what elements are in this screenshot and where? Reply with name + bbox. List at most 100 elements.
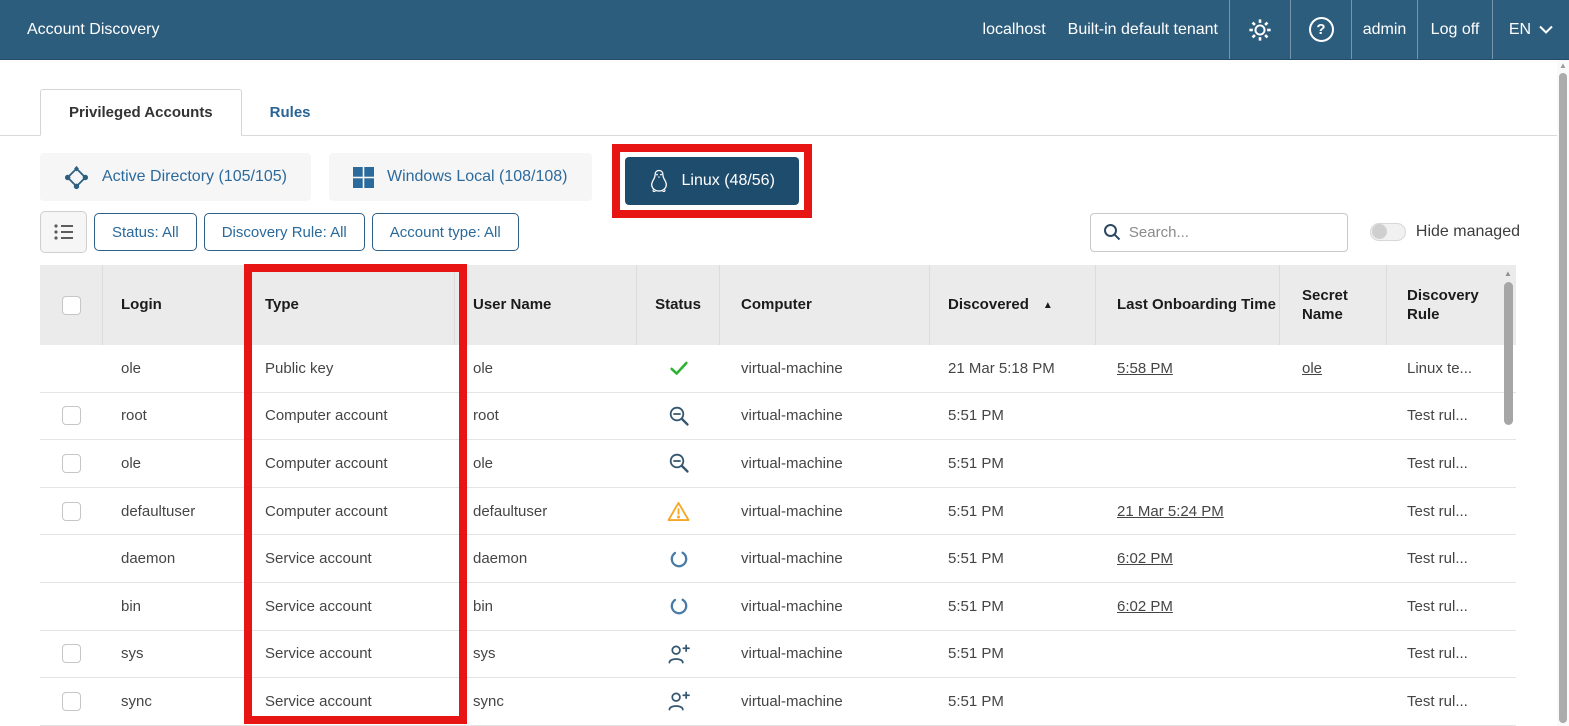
discovery-rule-cell: Test rul... (1387, 678, 1502, 725)
type-cell: Service account (247, 583, 455, 630)
logoff-button[interactable]: Log off (1417, 0, 1492, 59)
column-header-secret-name[interactable]: Secret Name (1280, 265, 1387, 345)
computer-cell: virtual-machine (720, 583, 930, 630)
zoom-out-icon (668, 405, 690, 427)
column-header-type[interactable]: Type (247, 265, 455, 345)
column-header-last-onboarding-time[interactable]: Last Onboarding Time (1096, 265, 1280, 345)
table-header-row: Login Type User Name Status Computer Dis… (40, 265, 1516, 345)
last-onboarding-cell: 6:02 PM (1096, 583, 1280, 630)
discovered-cell: 5:51 PM (930, 393, 1096, 440)
column-header-computer[interactable]: Computer (720, 265, 930, 345)
table-row[interactable]: bin Service account bin virtual-machine … (40, 583, 1516, 631)
login-cell: ole (103, 440, 247, 487)
last-onboarding-cell (1096, 440, 1280, 487)
scroll-up-icon[interactable]: ▲ (1504, 269, 1512, 278)
type-cell: Computer account (247, 488, 455, 535)
secret-name-cell (1280, 440, 1387, 487)
chevron-down-icon (1539, 25, 1553, 34)
column-header-login[interactable]: Login (103, 265, 247, 345)
row-checkbox[interactable] (62, 454, 81, 473)
secret-name-cell (1280, 488, 1387, 535)
user-name-cell: ole (455, 345, 637, 392)
linux-label: Linux (48/56) (682, 172, 775, 190)
app-header: Account Discovery localhost Built-in def… (0, 0, 1569, 60)
user-menu[interactable]: admin (1351, 0, 1417, 59)
type-cell: Service account (247, 631, 455, 678)
last-onboarding-cell (1096, 678, 1280, 725)
windows-local-label: Windows Local (108/108) (387, 168, 568, 186)
table-row[interactable]: sync Service account sync virtual-machin… (40, 678, 1516, 726)
discovery-rule-cell: Test rul... (1387, 440, 1502, 487)
discovered-cell: 5:51 PM (930, 488, 1096, 535)
active-directory-icon (64, 165, 89, 190)
status-filter-button[interactable]: Status: All (94, 213, 197, 251)
row-select-cell (40, 488, 103, 535)
row-select-cell (40, 440, 103, 487)
secret-name-cell: ole (1280, 345, 1387, 392)
discovered-cell: 5:51 PM (930, 535, 1096, 582)
source-button-row: Active Directory (105/105) Windows Local… (40, 144, 812, 218)
language-selector[interactable]: EN (1492, 0, 1569, 59)
column-settings-button[interactable] (40, 211, 87, 253)
column-header-status[interactable]: Status (637, 265, 720, 345)
active-directory-button[interactable]: Active Directory (105/105) (40, 153, 311, 201)
status-cell (637, 583, 720, 630)
linux-button[interactable]: Linux (48/56) (625, 157, 799, 205)
tab-rules[interactable]: Rules (242, 89, 339, 135)
sort-ascending-icon: ▲ (1043, 299, 1053, 312)
page-scrollbar-thumb[interactable] (1559, 73, 1567, 723)
hide-managed-label: Hide managed (1416, 223, 1520, 241)
page-scroll-up-icon[interactable]: ▲ (1559, 61, 1567, 70)
last-onboarding-cell: 5:58 PM (1096, 345, 1280, 392)
table-row[interactable]: sys Service account sys virtual-machine … (40, 631, 1516, 679)
row-checkbox[interactable] (62, 406, 81, 425)
user-name-cell: ole (455, 440, 637, 487)
secret-name-cell (1280, 583, 1387, 630)
user-name-cell: sync (455, 678, 637, 725)
row-checkbox[interactable] (62, 692, 81, 711)
discovery-rule-cell: Test rul... (1387, 488, 1502, 535)
annotation-box-linux: Linux (48/56) (612, 144, 812, 218)
windows-local-button[interactable]: Windows Local (108/108) (329, 153, 592, 201)
table-scrollbar[interactable]: ▲ (1502, 265, 1516, 726)
search-icon (1103, 223, 1121, 241)
table-row[interactable]: ole Computer account ole virtual-machine… (40, 440, 1516, 488)
settings-button[interactable] (1229, 0, 1290, 59)
table-row[interactable]: ole Public key ole virtual-machine 21 Ma… (40, 345, 1516, 393)
progress-icon (669, 596, 689, 616)
table-row[interactable]: root Computer account root virtual-machi… (40, 393, 1516, 441)
status-cell (637, 345, 720, 392)
row-select-cell (40, 393, 103, 440)
row-checkbox[interactable] (62, 502, 81, 521)
search-input[interactable] (1129, 224, 1335, 241)
select-all-cell (40, 265, 103, 345)
discovery-rule-filter-button[interactable]: Discovery Rule: All (204, 213, 365, 251)
column-header-discovered[interactable]: Discovered ▲ (930, 265, 1096, 345)
help-button[interactable]: ? (1290, 0, 1351, 59)
column-header-discovery-rule[interactable]: Discovery Rule (1387, 265, 1502, 345)
last-onboarding-cell: 6:02 PM (1096, 535, 1280, 582)
discovery-rule-cell: Test rul... (1387, 583, 1502, 630)
table-row[interactable]: daemon Service account daemon virtual-ma… (40, 535, 1516, 583)
check-icon (668, 357, 690, 379)
login-cell: bin (103, 583, 247, 630)
column-header-user-name[interactable]: User Name (455, 265, 637, 345)
table-row[interactable]: defaultuser Computer account defaultuser… (40, 488, 1516, 536)
row-checkbox[interactable] (62, 644, 81, 663)
last-onboarding-cell: 21 Mar 5:24 PM (1096, 488, 1280, 535)
row-select-cell (40, 345, 103, 392)
status-cell (637, 488, 720, 535)
login-cell: daemon (103, 535, 247, 582)
row-select-cell (40, 583, 103, 630)
active-directory-label: Active Directory (105/105) (102, 168, 287, 186)
hide-managed-toggle[interactable] (1370, 223, 1406, 241)
type-cell: Computer account (247, 393, 455, 440)
page-scrollbar[interactable]: ▲ (1557, 60, 1569, 726)
host-label: localhost (972, 0, 1057, 59)
select-all-checkbox[interactable] (62, 296, 81, 315)
account-type-filter-button[interactable]: Account type: All (372, 213, 519, 251)
last-onboarding-cell (1096, 393, 1280, 440)
tab-privileged-accounts[interactable]: Privileged Accounts (40, 89, 242, 136)
table-scrollbar-thumb[interactable] (1504, 282, 1513, 425)
computer-cell: virtual-machine (720, 440, 930, 487)
